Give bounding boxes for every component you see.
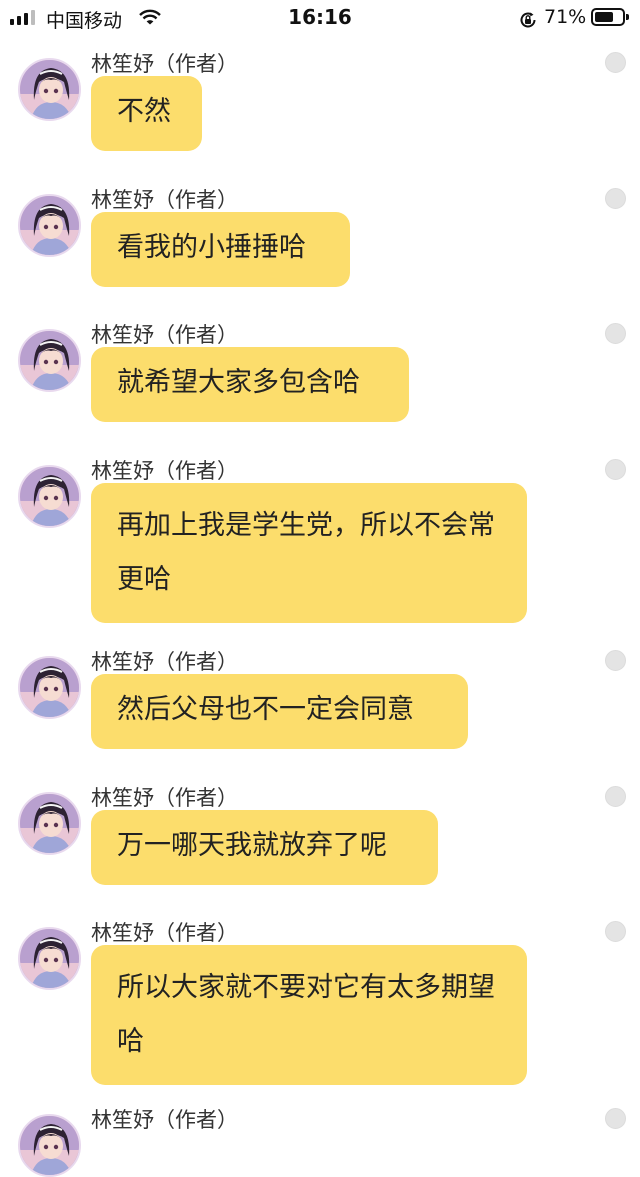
avatar[interactable] bbox=[18, 465, 81, 528]
message-bubble[interactable]: 所以大家就不要对它有太多期望哈 bbox=[91, 945, 527, 1085]
select-circle-icon[interactable] bbox=[605, 459, 626, 480]
battery-fill bbox=[595, 12, 613, 22]
avatar[interactable] bbox=[18, 58, 81, 121]
message-bubble[interactable]: 然后父母也不一定会同意 bbox=[91, 674, 468, 749]
message-bubble[interactable]: 看我的小捶捶哈 bbox=[91, 212, 350, 287]
avatar[interactable] bbox=[18, 656, 81, 719]
orientation-lock-icon bbox=[518, 10, 538, 34]
battery-icon bbox=[591, 8, 629, 26]
message-bubble[interactable]: 万一哪天我就放弃了呢 bbox=[91, 810, 438, 885]
select-circle-icon[interactable] bbox=[605, 323, 626, 344]
message-bubble[interactable]: 就希望大家多包含哈 bbox=[91, 347, 409, 422]
avatar[interactable] bbox=[18, 1114, 81, 1177]
sender-name: 林笙妤（作者） bbox=[91, 459, 238, 483]
select-circle-icon[interactable] bbox=[605, 188, 626, 209]
sender-name: 林笙妤（作者） bbox=[91, 323, 238, 347]
sender-name: 林笙妤（作者） bbox=[91, 921, 238, 945]
select-circle-icon[interactable] bbox=[605, 650, 626, 671]
sender-name: 林笙妤（作者） bbox=[91, 1108, 238, 1132]
sender-name: 林笙妤（作者） bbox=[91, 650, 238, 674]
message-bubble[interactable]: 再加上我是学生党，所以不会常更哈 bbox=[91, 483, 527, 623]
avatar[interactable] bbox=[18, 329, 81, 392]
message-bubble[interactable]: 不然 bbox=[91, 76, 202, 151]
avatar[interactable] bbox=[18, 792, 81, 855]
sender-name: 林笙妤（作者） bbox=[91, 188, 238, 212]
select-circle-icon[interactable] bbox=[605, 1108, 626, 1129]
status-bar: 中国移动 16:16 71% bbox=[0, 0, 640, 38]
select-circle-icon[interactable] bbox=[605, 921, 626, 942]
battery-percent: 71% bbox=[544, 6, 587, 28]
select-circle-icon[interactable] bbox=[605, 786, 626, 807]
sender-name: 林笙妤（作者） bbox=[91, 786, 238, 810]
avatar[interactable] bbox=[18, 927, 81, 990]
sender-name: 林笙妤（作者） bbox=[91, 52, 238, 76]
avatar[interactable] bbox=[18, 194, 81, 257]
select-circle-icon[interactable] bbox=[605, 52, 626, 73]
